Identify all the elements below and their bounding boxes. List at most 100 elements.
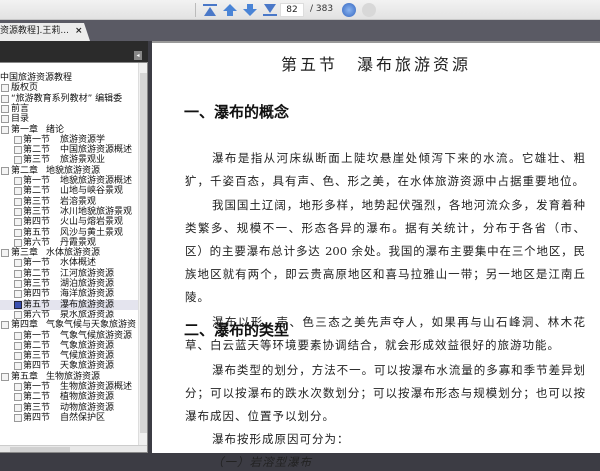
paragraph-line: 犷，千姿百态，具有声、色、形之美，在水体旅游资源中占据重要地位。 <box>185 174 585 188</box>
bookmark-item[interactable]: 第三节 冰川地貌旅游景观 <box>0 207 138 217</box>
bookmark-item[interactable]: 第四节 火山与熔岩景观 <box>0 217 138 227</box>
bookmark-item[interactable]: 第三节 动物旅游资源 <box>0 403 138 413</box>
bookmark-item[interactable]: 中国旅游资源教程 <box>0 73 138 83</box>
bookmark-number: 第四章 <box>11 320 39 331</box>
bookmark-title: 旅游景观业 <box>60 155 106 166</box>
bookmark-item[interactable]: 第三节 岩溶景观 <box>0 197 138 207</box>
horizontal-scrollbar[interactable] <box>0 445 147 452</box>
bookmark-icon <box>14 403 22 412</box>
bookmark-number: 第一节 <box>23 176 51 186</box>
toolbar-separator <box>195 3 196 17</box>
next-page-icon[interactable] <box>242 3 258 17</box>
bookmark-number: 第三章 <box>11 248 39 259</box>
bookmark-item[interactable]: 前言 <box>0 104 138 114</box>
bookmark-item[interactable]: 第五节 风沙与黄土景观 <box>0 228 138 238</box>
bookmark-icon <box>1 321 9 330</box>
scrollbar-thumb[interactable] <box>10 447 70 452</box>
bookmark-item[interactable]: 第五节 瀑布旅游资源 <box>0 299 138 310</box>
bookmark-icon <box>1 84 9 93</box>
bookmark-title: 丹霞景观 <box>60 237 97 248</box>
first-page-icon[interactable] <box>202 3 218 17</box>
bookmark-title: 冰川地貌旅游景观 <box>60 206 133 217</box>
last-page-icon[interactable] <box>262 3 278 17</box>
bookmark-title: 水体概述 <box>60 258 97 269</box>
bookmark-item[interactable]: 第二节 中国旅游资源概述 <box>0 145 138 155</box>
bookmark-item[interactable]: 第四节 海洋旅游资源 <box>0 289 138 299</box>
tab-bar: 资源教程].王莉... × <box>0 20 600 41</box>
bookmark-item[interactable]: 第二节 江河旅游资源 <box>0 269 138 279</box>
bookmark-item[interactable]: 第三章 水体旅游资源 <box>0 248 138 258</box>
bookmark-item[interactable]: 第四章 气象气候与天象旅游资 <box>0 320 138 330</box>
paragraph-line: 瀑布按形成原因可分为： <box>212 432 350 446</box>
vertical-scrollbar[interactable] <box>138 63 147 445</box>
tab-title: 资源教程].王莉... <box>0 26 69 36</box>
bookmark-icon <box>14 207 22 216</box>
previous-page-icon[interactable] <box>222 3 238 17</box>
bookmark-number: 第二节 <box>23 186 51 197</box>
bookmark-title: 中国旅游资源概述 <box>60 145 133 156</box>
bookmark-item[interactable]: 第一节 旅游资源学 <box>0 135 138 145</box>
bookmark-title: 地貌旅游资源 <box>46 165 101 176</box>
bookmark-item[interactable]: 第一节 水体概述 <box>0 258 138 268</box>
bookmark-number: 第一节 <box>23 382 51 392</box>
toolbar: 82 / 383 <box>0 0 600 20</box>
paragraph-line: 瀑布以形、声、色三态之美先声夺人，如果再与山石峰洞、林木花 <box>212 315 585 329</box>
scrollbar-thumb[interactable] <box>140 73 147 433</box>
bookmark-icon <box>14 352 22 361</box>
bookmark-number: 第四节 <box>23 217 51 228</box>
bookmark-title: 岩溶景观 <box>60 196 97 207</box>
bookmark-item[interactable]: “旅游教育系列教材” 编辑委 <box>0 94 138 104</box>
bookmark-title: 气象气候与天象旅游资 <box>46 320 137 331</box>
bookmark-item[interactable]: 第二章 地貌旅游资源 <box>0 166 138 176</box>
paragraph-line: （一）岩溶型瀑布 <box>212 455 312 469</box>
paragraph-line: 族地区就有两个，即云贵高原地区和喜马拉雅山一带；另一地区是江南丘 <box>185 267 585 281</box>
bookmark-icon <box>14 228 22 237</box>
bookmark-item[interactable]: 第一节 地貌旅游资源概述 <box>0 176 138 186</box>
bookmark-number: 第二节 <box>23 392 51 403</box>
bookmark-item[interactable]: 第二节 山地与峡谷景观 <box>0 186 138 196</box>
bookmark-title: 版权页 <box>11 83 39 94</box>
document-tab[interactable]: 资源教程].王莉... × <box>0 23 90 41</box>
document-page: 第五节 瀑布旅游资源 一、瀑布的概念 二、瀑布的类型 瀑布是指从河床纵断面上陡坎… <box>152 41 600 469</box>
bookmark-item[interactable]: 第一节 气象气候旅游资源 <box>0 331 138 341</box>
bookmark-item[interactable]: 第五章 生物旅游资源 <box>0 372 138 382</box>
bookmark-item[interactable]: 第三节 旅游景观业 <box>0 155 138 165</box>
paragraph-line: 草、白云蓝天等环境要素协调结合，就会形成效益很好的旅游功能。 <box>185 338 560 352</box>
bookmark-item[interactable]: 第一章 绪论 <box>0 125 138 135</box>
forward-icon[interactable] <box>362 3 376 17</box>
bookmark-title: 生物旅游资源 <box>46 371 101 382</box>
bookmark-title: 生物旅游资源概述 <box>60 382 133 392</box>
bookmark-item[interactable]: 第四节 天象旅游资源 <box>0 361 138 371</box>
bookmark-title: 湖泊旅游资源 <box>60 279 115 289</box>
bookmark-item[interactable]: 第二节 气象旅游资源 <box>0 341 138 351</box>
bookmark-item[interactable]: 第二节 植物旅游资源 <box>0 392 138 402</box>
back-icon[interactable] <box>342 3 356 17</box>
bookmark-item[interactable]: 第六节 泉水旅游资源 <box>0 310 138 320</box>
bookmark-item[interactable]: 目录 <box>0 114 138 124</box>
bookmark-number: 第四节 <box>23 289 51 300</box>
bookmark-icon <box>14 135 22 144</box>
bookmark-item[interactable]: 第三节 气候旅游资源 <box>0 351 138 361</box>
bookmark-title: 前言 <box>11 103 30 114</box>
bookmark-item[interactable]: 第六节 丹霞景观 <box>0 238 138 248</box>
bookmark-title: 动物旅游资源 <box>60 402 115 413</box>
close-tab-icon[interactable]: × <box>75 23 83 40</box>
bookmark-item[interactable]: 第三节 湖泊旅游资源 <box>0 279 138 289</box>
bookmark-tree: 第四节 自然保护区 第三节 动物旅游资源 第二节 植物旅游资源 第一节 生物旅游资源概述 第五章… <box>0 62 148 453</box>
bookmark-item[interactable]: 第四节 自然保护区 <box>0 413 138 423</box>
bookmark-item[interactable]: 版权页 <box>0 83 138 93</box>
page-number-input[interactable]: 82 <box>280 3 304 17</box>
bookmark-title: 自然保护区 <box>60 412 106 423</box>
collapse-sidebar-button[interactable]: ◂ <box>134 51 142 60</box>
bookmark-title: 气象气候旅游资源 <box>60 330 133 341</box>
bookmark-icon <box>14 238 22 247</box>
bookmark-title: 植物旅游资源 <box>60 392 115 403</box>
bookmark-item[interactable]: 第一节 生物旅游资源概述 <box>0 382 138 392</box>
bookmark-title: 绪论 <box>46 124 65 135</box>
bookmark-title: 江河旅游资源 <box>60 268 115 279</box>
section-title: 第五节 瀑布旅游资源 <box>280 55 471 74</box>
bookmark-icon <box>1 372 9 381</box>
bookmark-number: 第二节 <box>23 340 51 351</box>
bookmark-icon <box>1 94 9 103</box>
bookmark-title: 火山与熔岩景观 <box>60 217 124 228</box>
